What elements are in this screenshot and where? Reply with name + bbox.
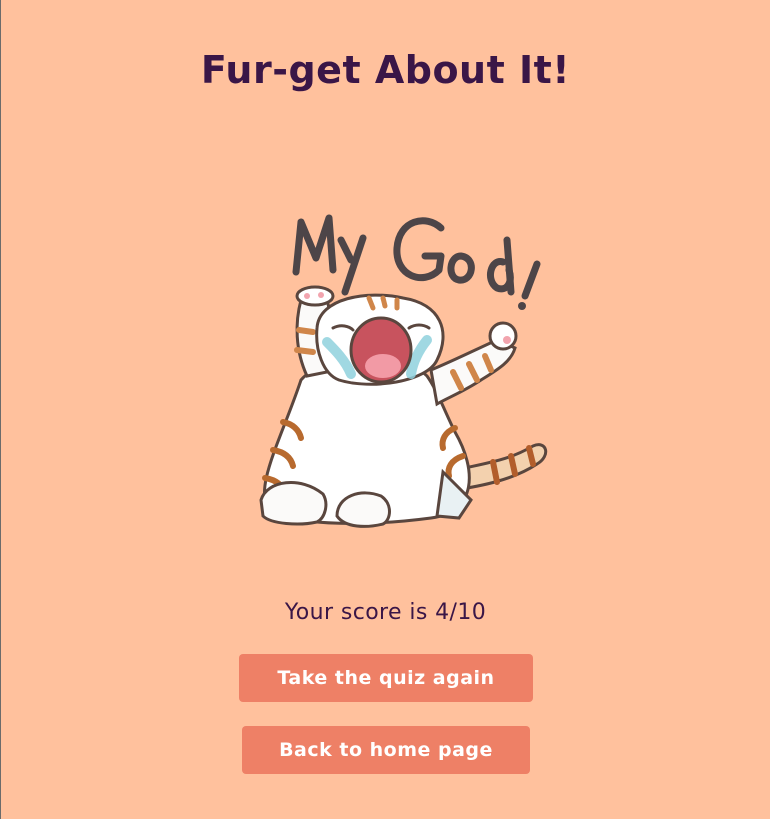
retake-quiz-button[interactable]: Take the quiz again	[239, 654, 533, 702]
page-title: Fur-get About It!	[200, 48, 571, 92]
back-home-button[interactable]: Back to home page	[242, 726, 530, 774]
crying-cat-sticker-icon	[241, 200, 551, 530]
score-text: Your score is 4/10	[284, 600, 487, 625]
quiz-result-page: Fur-get About It! Your score is 4/10 Tak…	[1, 0, 770, 819]
